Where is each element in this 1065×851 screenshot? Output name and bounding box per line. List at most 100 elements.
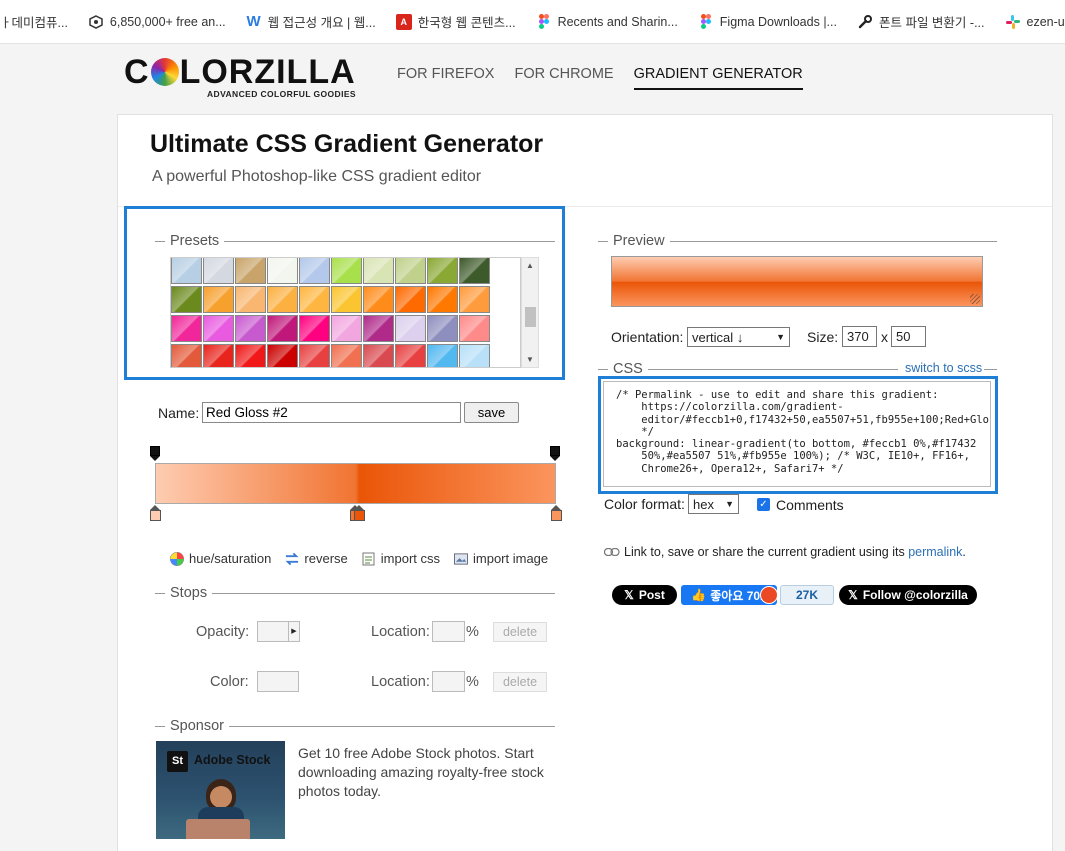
reverse-tool[interactable]: reverse (285, 551, 348, 566)
preset-swatch[interactable] (331, 258, 362, 284)
like-label: 좋아요 701 (710, 588, 767, 603)
preset-swatch[interactable] (267, 344, 298, 367)
thumbs-up-icon: 👍 (691, 588, 707, 602)
preset-swatch[interactable] (235, 286, 266, 313)
preset-swatch[interactable] (459, 258, 490, 284)
preset-swatch[interactable] (267, 315, 298, 342)
save-button[interactable]: save (464, 402, 519, 423)
preset-swatch[interactable] (171, 258, 202, 284)
permalink-link[interactable]: permalink (908, 545, 962, 559)
preset-swatch[interactable] (363, 286, 394, 313)
preset-swatch[interactable] (395, 344, 426, 367)
bookmark-item[interactable]: 폰트 파일 변환기 -... (857, 9, 985, 35)
logo-letters: LORZILLA (179, 53, 356, 91)
preset-swatch[interactable] (459, 315, 490, 342)
css-code-box[interactable]: /* Permalink - use to edit and share thi… (603, 381, 991, 487)
preset-swatch[interactable] (395, 315, 426, 342)
scroll-up-icon[interactable]: ▲ (526, 261, 534, 270)
preset-swatch[interactable] (171, 344, 202, 367)
orientation-select[interactable]: vertical ↓ ▼ (687, 327, 790, 347)
preset-swatch[interactable] (235, 258, 266, 284)
preset-swatch[interactable] (171, 286, 202, 313)
presets-grid[interactable] (170, 257, 521, 368)
gradient-preview[interactable] (611, 256, 983, 307)
color-stop-marker[interactable] (354, 505, 365, 521)
preset-swatch[interactable] (203, 258, 234, 284)
bookmark-item[interactable]: Figma Downloads |... (698, 9, 837, 35)
stumbleupon-icon[interactable] (760, 586, 778, 604)
height-input[interactable]: 50 (891, 326, 926, 347)
width-input[interactable]: 370 (842, 326, 877, 347)
delete-opacity-stop-button[interactable]: delete (493, 622, 547, 642)
color-stop-marker[interactable] (149, 505, 161, 521)
preset-swatch[interactable] (235, 344, 266, 367)
opacity-input[interactable]: ▶ (257, 621, 300, 642)
caret-right-icon[interactable]: ▶ (288, 622, 299, 641)
preset-swatch[interactable] (363, 315, 394, 342)
color-location-input[interactable] (432, 671, 465, 692)
import-image-tool[interactable]: import image (454, 551, 548, 566)
preset-swatch[interactable] (203, 344, 234, 367)
switch-to-scss-link[interactable]: switch to scss (905, 361, 982, 375)
tool-label: hue/saturation (189, 551, 272, 566)
presets-legend: Presets (155, 233, 555, 249)
bookmark-item[interactable]: W 웹 접근성 개요 | 웹... (246, 9, 376, 35)
preset-swatch[interactable] (267, 258, 298, 284)
x-follow-button[interactable]: 𝕏 Follow @colorzilla (839, 585, 977, 605)
preset-swatch[interactable] (267, 286, 298, 313)
color-stop-marker[interactable] (550, 505, 562, 521)
nav-chrome[interactable]: FOR CHROME (514, 66, 613, 90)
preset-swatch[interactable] (331, 286, 362, 313)
laptop-icon (186, 819, 250, 839)
color-input[interactable] (257, 671, 299, 692)
color-format-select[interactable]: hex ▼ (688, 494, 739, 514)
bookmark-item[interactable]: ㅏ데미컴퓨... (0, 9, 68, 35)
bookmark-item[interactable]: Recents and Sharin... (536, 9, 678, 35)
preset-swatch[interactable] (299, 344, 330, 367)
presets-scrollbar[interactable]: ▲ ▼ (521, 257, 539, 368)
scroll-thumb[interactable] (525, 307, 536, 327)
preset-swatch[interactable] (459, 344, 490, 367)
opacity-stop-right[interactable] (550, 446, 560, 461)
nav-gradient-generator[interactable]: GRADIENT GENERATOR (633, 66, 803, 90)
bookmark-label: 한국형 웹 콘텐츠... (417, 16, 516, 30)
preset-swatch[interactable] (203, 286, 234, 313)
preset-swatch[interactable] (331, 344, 362, 367)
gradient-name-input[interactable] (202, 402, 461, 423)
preset-swatch[interactable] (459, 286, 490, 313)
import-css-tool[interactable]: import css (362, 551, 440, 566)
preset-swatch[interactable] (299, 258, 330, 284)
scroll-down-icon[interactable]: ▼ (526, 355, 534, 364)
preset-swatch[interactable] (235, 315, 266, 342)
preset-swatch[interactable] (299, 315, 330, 342)
preset-swatch[interactable] (395, 286, 426, 313)
preset-swatch[interactable] (427, 286, 458, 313)
nav-firefox[interactable]: FOR FIREFOX (397, 66, 494, 90)
preset-swatch[interactable] (395, 258, 426, 284)
sponsor-image[interactable]: St Adobe Stock (156, 741, 285, 839)
preset-swatch[interactable] (427, 344, 458, 367)
preset-swatch[interactable] (427, 315, 458, 342)
delete-color-stop-button[interactable]: delete (493, 672, 547, 692)
hue-saturation-tool[interactable]: hue/saturation (170, 551, 271, 566)
preset-swatch[interactable] (427, 258, 458, 284)
opacity-stop-left[interactable] (150, 446, 160, 461)
x-post-button[interactable]: 𝕏 Post (612, 585, 677, 605)
preset-swatch[interactable] (363, 344, 394, 367)
preset-swatch[interactable] (331, 315, 362, 342)
opacity-location-input[interactable] (432, 621, 465, 642)
preset-swatch[interactable] (203, 315, 234, 342)
permalink-end: . (962, 545, 966, 559)
resize-grip-icon[interactable] (970, 294, 980, 304)
preset-swatch[interactable] (299, 286, 330, 313)
legend-line (984, 369, 997, 370)
preset-swatch[interactable] (171, 315, 202, 342)
bookmark-item[interactable]: ezen-uiu (1005, 9, 1065, 35)
bookmark-item[interactable]: 6,850,000+ free an... (88, 9, 226, 35)
gradient-bar[interactable] (155, 463, 556, 504)
colorzilla-logo[interactable]: C LORZILLA ADVANCED COLORFUL GOODIES (124, 53, 356, 99)
hue-wheel-icon (170, 551, 184, 566)
comments-checkbox[interactable]: ✓ (757, 498, 770, 511)
preset-swatch[interactable] (363, 258, 394, 284)
bookmark-item[interactable]: A 한국형 웹 콘텐츠... (395, 9, 516, 35)
